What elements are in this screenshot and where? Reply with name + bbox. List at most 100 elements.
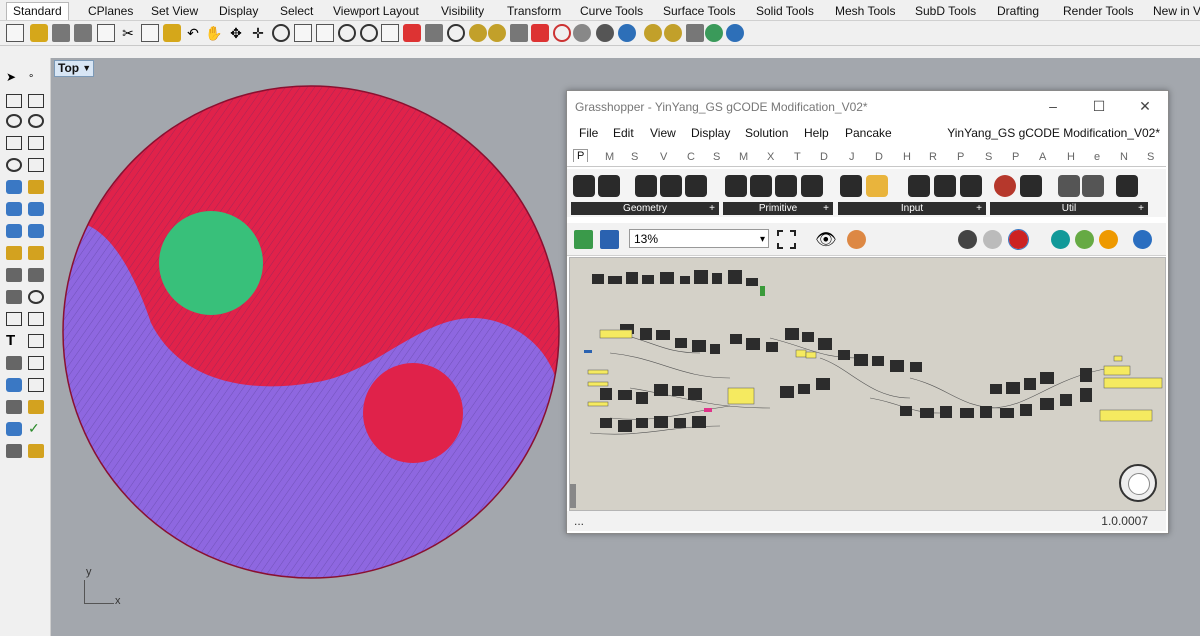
tab-curve[interactable]: C — [687, 151, 695, 163]
trim-icon[interactable] — [6, 290, 22, 304]
panel-icon[interactable] — [840, 175, 862, 197]
save-icon[interactable] — [600, 230, 619, 249]
array-icon[interactable] — [28, 268, 44, 282]
number-param-icon[interactable] — [775, 175, 797, 197]
tab-select[interactable]: Select — [280, 3, 313, 20]
expand-icon[interactable]: + — [1138, 202, 1144, 215]
tab-r[interactable]: R — [929, 151, 937, 163]
transform-icon[interactable] — [6, 268, 22, 282]
color-sphere-icon[interactable] — [1099, 230, 1118, 249]
check-object-icon[interactable] — [6, 422, 22, 436]
shaded-preview-icon[interactable] — [983, 230, 1002, 249]
lock-icon[interactable] — [510, 24, 528, 42]
box-icon[interactable] — [6, 202, 22, 216]
tab-p3[interactable]: P — [1012, 151, 1019, 163]
tab-sets[interactable]: S — [631, 151, 638, 163]
open-file-icon[interactable] — [30, 24, 48, 42]
tab-a[interactable]: A — [1039, 151, 1046, 163]
point-icon[interactable]: ∘ — [28, 71, 44, 85]
print-icon[interactable] — [74, 24, 92, 42]
ribbon-label-geometry[interactable]: Geometry + — [571, 202, 719, 215]
pan-icon[interactable]: ✋ — [205, 24, 223, 42]
shaded-sphere-icon[interactable] — [596, 24, 614, 42]
tab-display[interactable]: D — [820, 151, 828, 163]
fillet-curve-icon[interactable] — [28, 158, 44, 172]
zoom-window-icon[interactable] — [294, 24, 312, 42]
zoom-extents-icon[interactable] — [316, 24, 334, 42]
object-snap-icon[interactable] — [447, 24, 465, 42]
chevron-down-icon[interactable]: ▼ — [82, 61, 91, 76]
grasshopper-icon[interactable] — [664, 24, 682, 42]
surface-icon[interactable] — [6, 180, 22, 194]
integer-param-icon[interactable] — [750, 175, 772, 197]
tab-vector[interactable]: V — [660, 151, 667, 163]
value-list-icon[interactable] — [960, 175, 982, 197]
rendered-sphere-icon[interactable] — [618, 24, 636, 42]
tab-maths[interactable]: M — [605, 151, 614, 163]
arc-icon[interactable] — [6, 158, 22, 172]
four-viewports-icon[interactable] — [381, 24, 399, 42]
tab-e[interactable]: e — [1094, 151, 1100, 163]
close-button[interactable]: ✕ — [1134, 96, 1156, 116]
sphere-icon[interactable] — [28, 202, 44, 216]
tab-render-tools[interactable]: Render Tools — [1063, 3, 1134, 20]
select-arrow-icon[interactable]: ➤ — [6, 70, 22, 84]
tab-s2[interactable]: S — [985, 151, 992, 163]
sketch-icon[interactable] — [847, 230, 866, 249]
tab-p2[interactable]: P — [957, 151, 964, 163]
rectangle-icon[interactable] — [28, 136, 44, 150]
toggle-icon[interactable] — [908, 175, 930, 197]
block-icon[interactable] — [28, 356, 44, 370]
minimize-button[interactable]: – — [1042, 96, 1064, 116]
preview-mesh-icon[interactable] — [1051, 230, 1070, 249]
menu-pancake[interactable]: Pancake — [845, 126, 892, 140]
boolean-icon[interactable] — [6, 246, 22, 260]
text-icon[interactable]: T — [6, 332, 22, 349]
tab-cplanes[interactable]: CPlanes — [88, 3, 133, 20]
tab-standard[interactable]: Standard — [6, 2, 69, 20]
tab-j[interactable]: J — [849, 151, 855, 163]
undo-icon[interactable]: ↶ — [184, 24, 202, 42]
document-preview-icon[interactable] — [1075, 230, 1094, 249]
ellipse-icon[interactable] — [28, 114, 44, 128]
zoom-icon[interactable] — [272, 24, 290, 42]
polyline-icon[interactable] — [6, 94, 22, 108]
tab-display[interactable]: Display — [219, 3, 258, 20]
viewport-label[interactable]: Top ▼ — [54, 60, 95, 77]
geometry-param-icon[interactable] — [573, 175, 595, 197]
preview-eye-icon[interactable]: 👁 — [815, 230, 837, 249]
extrude-icon[interactable] — [28, 180, 44, 194]
tab-drafting[interactable]: Drafting — [997, 3, 1039, 20]
tab-curve-tools[interactable]: Curve Tools — [580, 3, 643, 20]
dimension-tool-icon[interactable] — [28, 334, 44, 348]
circle-param-icon[interactable] — [635, 175, 657, 197]
analyze-icon[interactable] — [6, 378, 22, 392]
vector-param-icon[interactable] — [598, 175, 620, 197]
tab-params[interactable]: P — [573, 149, 589, 162]
ribbon-label-util[interactable]: Util + — [990, 202, 1148, 215]
undo-view-icon[interactable] — [360, 24, 378, 42]
tab-transform[interactable]: Transform — [507, 3, 561, 20]
expand-icon[interactable]: + — [976, 202, 982, 215]
expand-icon[interactable]: + — [709, 202, 715, 215]
copy-icon[interactable] — [141, 24, 159, 42]
menu-help[interactable]: Help — [804, 126, 829, 140]
hops-icon[interactable] — [1116, 175, 1138, 197]
layout-icon[interactable] — [28, 400, 44, 414]
tab-h2[interactable]: H — [1067, 151, 1075, 163]
tab-h[interactable]: H — [903, 151, 911, 163]
tab-solid-tools[interactable]: Solid Tools — [756, 3, 814, 20]
light-icon[interactable] — [28, 246, 44, 260]
car-icon[interactable] — [403, 24, 421, 42]
tab-intersect[interactable]: X — [767, 151, 774, 163]
grasshopper-window[interactable]: Grasshopper - YinYang_GS gCODE Modificat… — [566, 90, 1169, 534]
menu-display[interactable]: Display — [691, 126, 730, 140]
tab-transform[interactable]: T — [794, 151, 801, 163]
subd-icon[interactable] — [28, 224, 44, 238]
zoom-selected-icon[interactable] — [338, 24, 356, 42]
tab-mesh-tools[interactable]: Mesh Tools — [835, 3, 895, 20]
explode-icon[interactable] — [28, 312, 44, 326]
curve-icon[interactable] — [28, 94, 44, 108]
move-view-icon[interactable]: ✛ — [249, 24, 267, 42]
select-tool-icon[interactable] — [425, 24, 443, 42]
